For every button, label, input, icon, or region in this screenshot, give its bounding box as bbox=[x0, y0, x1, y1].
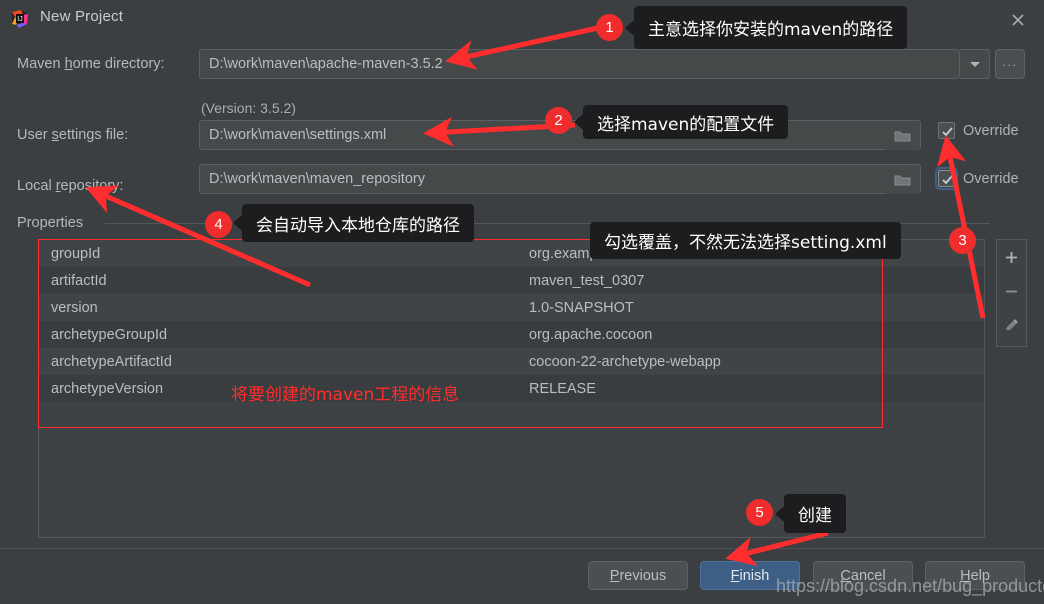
folder-icon[interactable] bbox=[885, 122, 919, 150]
annotation-badge-5: 5 bbox=[746, 499, 773, 526]
callout-tail bbox=[574, 114, 583, 130]
maven-home-label: Maven home directory: bbox=[17, 56, 165, 72]
checkbox-box bbox=[938, 122, 955, 139]
annotation-callout-1: 主意选择你安装的maven的路径 bbox=[625, 6, 908, 49]
close-icon[interactable] bbox=[1006, 8, 1030, 32]
local-repository-label: Local repository: bbox=[17, 178, 124, 194]
callout-tail bbox=[625, 19, 634, 36]
callout-4-text: 会自动导入本地仓库的路径 bbox=[256, 215, 460, 236]
property-key: artifactId bbox=[51, 272, 107, 289]
user-settings-label: User settings file: bbox=[17, 127, 129, 143]
callout-1-text: 主意选择你安装的maven的路径 bbox=[648, 20, 894, 40]
annotation-badge-3: 3 bbox=[949, 227, 976, 254]
property-value: 1.0-SNAPSHOT bbox=[529, 299, 634, 316]
local-repository-value: D:\work\maven\maven_repository bbox=[209, 171, 425, 187]
intellij-idea-icon: IJ bbox=[10, 9, 30, 29]
property-key: version bbox=[51, 299, 98, 316]
properties-section-label: Properties bbox=[17, 215, 84, 231]
maven-home-value: D:\work\maven\apache-maven-3.5.2 bbox=[209, 56, 443, 72]
properties-toolbar bbox=[996, 239, 1027, 347]
maven-home-browse-button[interactable]: ... bbox=[995, 49, 1025, 79]
property-value: cocoon-22-archetype-webapp bbox=[529, 353, 721, 370]
override-label: Override bbox=[963, 170, 1019, 187]
table-row[interactable]: archetypeGroupId org.apache.cocoon bbox=[39, 321, 984, 348]
property-key: archetypeGroupId bbox=[51, 326, 168, 343]
callout-tail bbox=[233, 215, 242, 231]
maven-version-note: (Version: 3.5.2) bbox=[201, 100, 296, 116]
footer-divider bbox=[0, 548, 1044, 549]
new-project-dialog: IJ New Project Maven home directory: D:\… bbox=[0, 0, 1044, 604]
maven-home-input[interactable]: D:\work\maven\apache-maven-3.5.2 bbox=[199, 49, 960, 79]
table-row[interactable]: version 1.0-SNAPSHOT bbox=[39, 294, 984, 321]
callout-3-text: 勾选覆盖，不然无法选择setting.xml bbox=[604, 233, 887, 253]
user-settings-override-checkbox[interactable]: Override bbox=[938, 122, 1019, 139]
property-value: org.apache.cocoon bbox=[529, 326, 653, 343]
annotation-badge-2: 2 bbox=[545, 107, 572, 134]
add-property-button[interactable] bbox=[996, 240, 1027, 274]
callout-5-text: 创建 bbox=[798, 506, 832, 526]
annotation-callout-5: 创建 bbox=[775, 494, 846, 533]
local-repository-override-checkbox[interactable]: Override bbox=[935, 167, 1019, 190]
svg-text:IJ: IJ bbox=[17, 16, 22, 23]
chevron-down-icon[interactable] bbox=[960, 49, 990, 79]
remove-property-button[interactable] bbox=[996, 274, 1027, 308]
annotation-callout-4: 会自动导入本地仓库的路径 bbox=[233, 204, 474, 242]
table-row[interactable]: artifactId maven_test_0307 bbox=[39, 267, 984, 294]
dialog-title: New Project bbox=[40, 8, 124, 25]
override-label: Override bbox=[963, 122, 1019, 139]
property-value: maven_test_0307 bbox=[529, 272, 645, 289]
table-row[interactable]: archetypeVersion RELEASE bbox=[39, 375, 984, 402]
checkbox-box bbox=[935, 167, 958, 190]
annotation-callout-3: 勾选覆盖，不然无法选择setting.xml bbox=[590, 222, 901, 259]
callout-2-text: 选择maven的配置文件 bbox=[597, 114, 775, 135]
edit-property-button[interactable] bbox=[996, 308, 1027, 342]
property-key: groupId bbox=[51, 245, 101, 262]
property-value: RELEASE bbox=[529, 380, 596, 397]
property-key: archetypeArtifactId bbox=[51, 353, 172, 370]
watermark-text: https://blog.csdn.net/bug_producter bbox=[776, 576, 1044, 596]
annotation-badge-1: 1 bbox=[596, 14, 623, 41]
table-row[interactable]: archetypeArtifactId cocoon-22-archetype-w… bbox=[39, 348, 984, 375]
annotation-table-note: 将要创建的maven工程的信息 bbox=[231, 385, 460, 405]
folder-icon[interactable] bbox=[885, 166, 919, 194]
local-repository-input[interactable]: D:\work\maven\maven_repository bbox=[199, 164, 921, 194]
callout-tail bbox=[775, 505, 784, 522]
user-settings-value: D:\work\maven\settings.xml bbox=[209, 127, 387, 143]
annotation-badge-4: 4 bbox=[205, 211, 232, 238]
annotation-callout-2: 选择maven的配置文件 bbox=[574, 105, 789, 139]
previous-button[interactable]: Previous bbox=[588, 561, 688, 590]
